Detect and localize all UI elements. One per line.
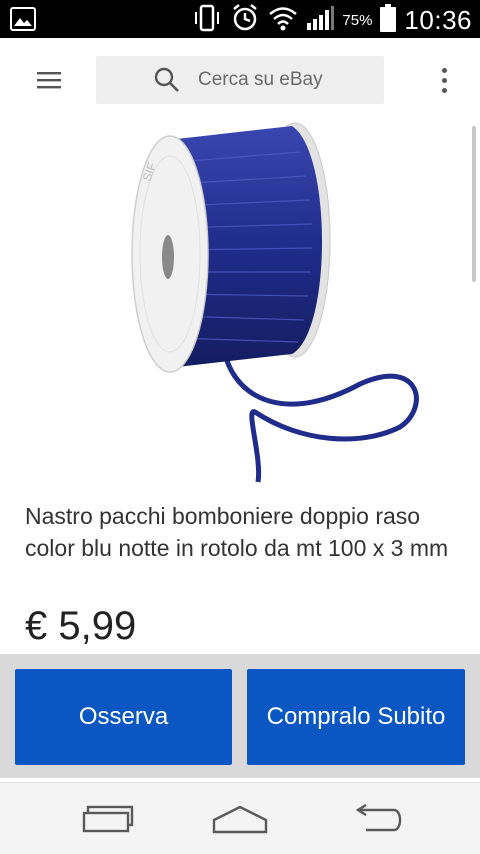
alarm-icon xyxy=(230,3,260,38)
search-placeholder: Cerca su eBay xyxy=(198,69,323,90)
hamburger-menu-icon[interactable] xyxy=(24,58,74,102)
battery-percent: 75% xyxy=(342,11,373,29)
status-bar: 75% 10:36 xyxy=(0,0,480,38)
product-title: Nastro pacchi bomboniere doppio raso col… xyxy=(25,503,449,561)
product-price: € 5,99 xyxy=(25,604,137,648)
clock-time: 10:36 xyxy=(404,4,472,35)
wifi-icon xyxy=(268,5,298,36)
action-bar: Osserva Compralo Subito xyxy=(0,654,480,778)
search-icon xyxy=(154,67,180,98)
app-header: Cerca su eBay xyxy=(0,38,480,122)
vibrate-icon xyxy=(192,3,222,38)
scroll-indicator xyxy=(472,126,476,282)
battery-icon xyxy=(380,3,397,37)
product-image[interactable]: SIF xyxy=(0,122,480,484)
search-bar[interactable]: Cerca su eBay xyxy=(96,56,384,104)
buy-now-button[interactable]: Compralo Subito xyxy=(247,669,465,765)
more-vert-icon[interactable] xyxy=(428,58,460,102)
recent-apps-icon[interactable] xyxy=(78,801,138,837)
back-icon[interactable] xyxy=(345,801,405,837)
nav-bar xyxy=(0,782,480,854)
signal-icon xyxy=(306,5,335,36)
watch-button[interactable]: Osserva xyxy=(15,669,232,765)
home-icon[interactable] xyxy=(210,801,270,837)
gallery-icon xyxy=(10,7,36,36)
